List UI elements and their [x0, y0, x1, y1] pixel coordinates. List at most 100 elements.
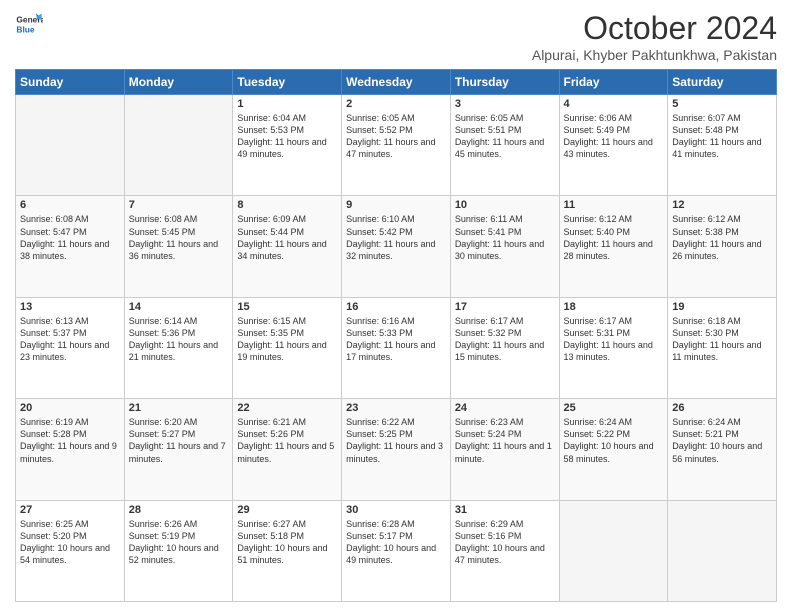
calendar-week-row: 6Sunrise: 6:08 AM Sunset: 5:47 PM Daylig… [16, 196, 777, 297]
cell-info: Sunrise: 6:25 AM Sunset: 5:20 PM Dayligh… [20, 518, 120, 567]
day-number: 18 [564, 301, 664, 313]
calendar-table: SundayMondayTuesdayWednesdayThursdayFrid… [15, 69, 777, 602]
cell-info: Sunrise: 6:24 AM Sunset: 5:22 PM Dayligh… [564, 416, 664, 465]
logo-icon: General Blue [15, 10, 43, 38]
day-of-week-header: Saturday [668, 70, 777, 95]
day-of-week-header: Thursday [450, 70, 559, 95]
cell-info: Sunrise: 6:06 AM Sunset: 5:49 PM Dayligh… [564, 112, 664, 161]
calendar-week-row: 20Sunrise: 6:19 AM Sunset: 5:28 PM Dayli… [16, 399, 777, 500]
calendar-cell: 25 Sunrise: 6:24 AM Sunset: 5:22 PM Dayli… [559, 399, 668, 500]
cell-info: Sunrise: 6:24 AM Sunset: 5:21 PM Dayligh… [672, 416, 772, 465]
day-of-week-header: Monday [124, 70, 233, 95]
calendar-cell: 19 Sunrise: 6:18 AM Sunset: 5:30 PM Dayli… [668, 297, 777, 398]
cell-info: Sunrise: 6:16 AM Sunset: 5:33 PM Dayligh… [346, 315, 446, 364]
day-number: 11 [564, 199, 664, 211]
calendar-cell: 27 Sunrise: 6:25 AM Sunset: 5:20 PM Dayli… [16, 500, 125, 601]
logo: General Blue [15, 10, 43, 38]
calendar-cell: 5Sunrise: 6:07 AM Sunset: 5:48 PM Daylig… [668, 95, 777, 196]
cell-info: Sunrise: 6:11 AM Sunset: 5:41 PM Dayligh… [455, 213, 555, 262]
cell-info: Sunrise: 6:20 AM Sunset: 5:27 PM Dayligh… [129, 416, 229, 465]
cell-info: Sunrise: 6:05 AM Sunset: 5:52 PM Dayligh… [346, 112, 446, 161]
day-of-week-header: Sunday [16, 70, 125, 95]
day-number: 3 [455, 98, 555, 110]
cell-info: Sunrise: 6:22 AM Sunset: 5:25 PM Dayligh… [346, 416, 446, 465]
day-number: 16 [346, 301, 446, 313]
cell-info: Sunrise: 6:21 AM Sunset: 5:26 PM Dayligh… [237, 416, 337, 465]
day-number: 9 [346, 199, 446, 211]
calendar-cell [668, 500, 777, 601]
day-of-week-header: Wednesday [342, 70, 451, 95]
cell-info: Sunrise: 6:12 AM Sunset: 5:38 PM Dayligh… [672, 213, 772, 262]
day-number: 29 [237, 504, 337, 516]
calendar-cell: 26Sunrise: 6:24 AM Sunset: 5:21 PM Dayli… [668, 399, 777, 500]
day-of-week-header: Tuesday [233, 70, 342, 95]
cell-info: Sunrise: 6:23 AM Sunset: 5:24 PM Dayligh… [455, 416, 555, 465]
cell-info: Sunrise: 6:04 AM Sunset: 5:53 PM Dayligh… [237, 112, 337, 161]
calendar-cell [559, 500, 668, 601]
calendar-cell: 8Sunrise: 6:09 AM Sunset: 5:44 PM Daylig… [233, 196, 342, 297]
calendar-cell: 22 Sunrise: 6:21 AM Sunset: 5:26 PM Dayli… [233, 399, 342, 500]
calendar-cell: 12 Sunrise: 6:12 AM Sunset: 5:38 PM Dayli… [668, 196, 777, 297]
cell-info: Sunrise: 6:10 AM Sunset: 5:42 PM Dayligh… [346, 213, 446, 262]
day-number: 6 [20, 199, 120, 211]
day-number: 21 [129, 402, 229, 414]
cell-info: Sunrise: 6:14 AM Sunset: 5:36 PM Dayligh… [129, 315, 229, 364]
cell-info: Sunrise: 6:07 AM Sunset: 5:48 PM Dayligh… [672, 112, 772, 161]
calendar-cell [124, 95, 233, 196]
day-of-week-header: Friday [559, 70, 668, 95]
day-number: 12 [672, 199, 772, 211]
day-number: 22 [237, 402, 337, 414]
cell-info: Sunrise: 6:13 AM Sunset: 5:37 PM Dayligh… [20, 315, 120, 364]
calendar-cell: 18 Sunrise: 6:17 AM Sunset: 5:31 PM Dayli… [559, 297, 668, 398]
calendar-cell [16, 95, 125, 196]
day-number: 27 [20, 504, 120, 516]
cell-info: Sunrise: 6:18 AM Sunset: 5:30 PM Dayligh… [672, 315, 772, 364]
day-number: 30 [346, 504, 446, 516]
month-title: October 2024 [532, 10, 777, 47]
cell-info: Sunrise: 6:17 AM Sunset: 5:31 PM Dayligh… [564, 315, 664, 364]
cell-info: Sunrise: 6:17 AM Sunset: 5:32 PM Dayligh… [455, 315, 555, 364]
cell-info: Sunrise: 6:27 AM Sunset: 5:18 PM Dayligh… [237, 518, 337, 567]
cell-info: Sunrise: 6:08 AM Sunset: 5:45 PM Dayligh… [129, 213, 229, 262]
day-number: 19 [672, 301, 772, 313]
calendar-cell: 23Sunrise: 6:22 AM Sunset: 5:25 PM Dayli… [342, 399, 451, 500]
page-header: General Blue October 2024 Alpurai, Khybe… [15, 10, 777, 63]
day-number: 2 [346, 98, 446, 110]
calendar-cell: 11 Sunrise: 6:12 AM Sunset: 5:40 PM Dayli… [559, 196, 668, 297]
calendar-cell: 28Sunrise: 6:26 AM Sunset: 5:19 PM Dayli… [124, 500, 233, 601]
calendar-cell: 7 Sunrise: 6:08 AM Sunset: 5:45 PM Daylig… [124, 196, 233, 297]
day-number: 4 [564, 98, 664, 110]
calendar-cell: 2 Sunrise: 6:05 AM Sunset: 5:52 PM Daylig… [342, 95, 451, 196]
calendar-cell: 16 Sunrise: 6:16 AM Sunset: 5:33 PM Dayli… [342, 297, 451, 398]
day-number: 7 [129, 199, 229, 211]
cell-info: Sunrise: 6:26 AM Sunset: 5:19 PM Dayligh… [129, 518, 229, 567]
day-number: 13 [20, 301, 120, 313]
cell-info: Sunrise: 6:09 AM Sunset: 5:44 PM Dayligh… [237, 213, 337, 262]
calendar-cell: 6Sunrise: 6:08 AM Sunset: 5:47 PM Daylig… [16, 196, 125, 297]
calendar-week-row: 27 Sunrise: 6:25 AM Sunset: 5:20 PM Dayli… [16, 500, 777, 601]
day-number: 1 [237, 98, 337, 110]
day-number: 15 [237, 301, 337, 313]
cell-info: Sunrise: 6:28 AM Sunset: 5:17 PM Dayligh… [346, 518, 446, 567]
calendar-cell: 31Sunrise: 6:29 AM Sunset: 5:16 PM Dayli… [450, 500, 559, 601]
calendar-cell: 20Sunrise: 6:19 AM Sunset: 5:28 PM Dayli… [16, 399, 125, 500]
calendar-cell: 13 Sunrise: 6:13 AM Sunset: 5:37 PM Dayli… [16, 297, 125, 398]
calendar-page: General Blue October 2024 Alpurai, Khybe… [0, 0, 792, 612]
day-number: 25 [564, 402, 664, 414]
day-number: 17 [455, 301, 555, 313]
location: Alpurai, Khyber Pakhtunkhwa, Pakistan [532, 47, 777, 63]
calendar-week-row: 13 Sunrise: 6:13 AM Sunset: 5:37 PM Dayli… [16, 297, 777, 398]
calendar-cell: 21 Sunrise: 6:20 AM Sunset: 5:27 PM Dayli… [124, 399, 233, 500]
calendar-cell: 17 Sunrise: 6:17 AM Sunset: 5:32 PM Dayli… [450, 297, 559, 398]
day-number: 31 [455, 504, 555, 516]
cell-info: Sunrise: 6:15 AM Sunset: 5:35 PM Dayligh… [237, 315, 337, 364]
cell-info: Sunrise: 6:19 AM Sunset: 5:28 PM Dayligh… [20, 416, 120, 465]
calendar-cell: 9 Sunrise: 6:10 AM Sunset: 5:42 PM Daylig… [342, 196, 451, 297]
day-number: 14 [129, 301, 229, 313]
calendar-cell: 4 Sunrise: 6:06 AM Sunset: 5:49 PM Daylig… [559, 95, 668, 196]
calendar-cell: 15 Sunrise: 6:15 AM Sunset: 5:35 PM Dayli… [233, 297, 342, 398]
cell-info: Sunrise: 6:12 AM Sunset: 5:40 PM Dayligh… [564, 213, 664, 262]
day-number: 10 [455, 199, 555, 211]
calendar-cell: 29 Sunrise: 6:27 AM Sunset: 5:18 PM Dayli… [233, 500, 342, 601]
calendar-cell: 24Sunrise: 6:23 AM Sunset: 5:24 PM Dayli… [450, 399, 559, 500]
